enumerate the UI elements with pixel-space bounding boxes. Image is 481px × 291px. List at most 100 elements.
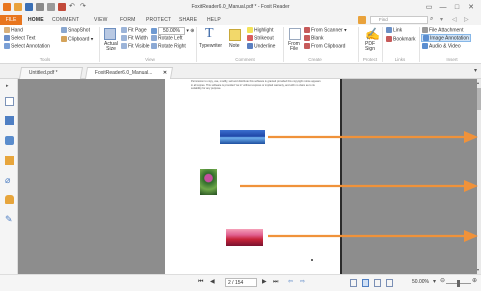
menu-home[interactable]: HOME <box>28 17 44 23</box>
actual-size-button[interactable]: Actual Size <box>102 42 120 52</box>
close-button[interactable]: ✕ <box>466 3 476 12</box>
select-annotation-tool[interactable]: Select Annotation <box>4 43 50 49</box>
expand-panel-icon[interactable]: ▸ <box>6 83 9 89</box>
comments-panel-icon[interactable] <box>5 156 14 165</box>
menu-form[interactable]: FORM <box>120 17 136 23</box>
pdf-page[interactable]: Permission to copy, use, modify, sell an… <box>165 79 340 274</box>
note-button[interactable]: Note <box>229 43 240 49</box>
image-annotation-blue[interactable] <box>220 130 265 144</box>
actual-size-icon[interactable] <box>104 28 116 40</box>
menu-share[interactable]: SHARE <box>179 17 197 23</box>
menu-protect[interactable]: PROTECT <box>146 17 171 23</box>
menu-help[interactable]: HELP <box>207 17 221 23</box>
from-scanner-button[interactable]: From Scanner ▾ <box>304 27 347 33</box>
group-divider <box>419 27 420 62</box>
rotate-right-button[interactable]: Rotate Right <box>151 43 186 49</box>
zoom-dropdown[interactable]: 50.00% ▾ ⊕ <box>151 27 194 35</box>
next-result-icon[interactable]: ▷ <box>464 16 469 23</box>
find-input[interactable]: Find <box>370 16 428 24</box>
menu-view[interactable]: VIEW <box>94 17 108 23</box>
fit-page-label: Fit Page <box>128 27 147 34</box>
previous-view-icon[interactable]: ⇦ <box>288 278 293 287</box>
attachment-icon <box>422 27 428 33</box>
pdf-sign-icon[interactable]: ✍ <box>365 28 380 40</box>
blank-button[interactable]: Blank <box>304 35 324 41</box>
bookmarks-panel-icon[interactable] <box>5 97 14 106</box>
signatures-panel-icon[interactable]: ✎ <box>5 215 14 224</box>
zoom-in-icon[interactable]: ⊕ <box>472 277 477 284</box>
select-text-tool[interactable]: Select Text <box>4 35 35 41</box>
fit-visible-button[interactable]: Fit Visible <box>121 43 150 49</box>
snapshot-tool[interactable]: SnapShot <box>61 27 90 33</box>
prev-result-icon[interactable]: ◁ <box>452 16 457 23</box>
minimize-button[interactable]: — <box>438 3 448 12</box>
zoom-level[interactable]: 50.00% <box>412 279 429 285</box>
hand-tool[interactable]: Hand <box>4 27 23 33</box>
fit-width-button[interactable]: Fit Width <box>121 35 148 41</box>
scroll-thumb[interactable] <box>477 88 481 110</box>
audio-video-button[interactable]: Audio & Video <box>422 43 461 49</box>
underline-button[interactable]: Underline <box>247 43 275 49</box>
image-annotation-sunset[interactable] <box>226 229 263 246</box>
rotate-left-button[interactable]: Rotate Left <box>151 35 182 41</box>
single-page-icon[interactable] <box>350 279 357 287</box>
tab-label: FoxitReader6.0_Manual... <box>94 70 153 76</box>
image-annotation-flowers[interactable] <box>200 169 217 195</box>
facing-page-icon[interactable] <box>374 279 381 287</box>
close-tab-icon[interactable]: ✕ <box>163 68 167 79</box>
zoom-icon <box>151 27 157 34</box>
links-group-label: Links <box>394 57 406 62</box>
link-button[interactable]: Link <box>386 27 402 33</box>
rotate-left-label: Rotate Left <box>158 35 183 42</box>
from-file-icon[interactable] <box>289 28 301 40</box>
file-menu[interactable]: FILE <box>0 15 22 25</box>
continuous-facing-icon[interactable] <box>386 279 393 287</box>
pages-panel-icon[interactable] <box>5 116 14 125</box>
next-view-icon[interactable]: ⇨ <box>300 278 305 287</box>
first-page-icon[interactable]: ⏮ <box>198 278 203 287</box>
scroll-down-icon[interactable]: ▾ <box>477 267 479 272</box>
previous-page-icon[interactable]: ◀ <box>210 278 215 287</box>
layers-panel-icon[interactable] <box>5 136 14 145</box>
file-attachment-button[interactable]: File Attachment <box>422 27 463 33</box>
folder-icon[interactable] <box>358 16 366 24</box>
select-annotation-label: Select Annotation <box>11 43 50 50</box>
vertical-scrollbar[interactable]: ▴ ▾ <box>477 79 481 274</box>
clipboard-dropdown[interactable]: Clipboard ▾ <box>61 36 93 42</box>
zoom-slider-handle[interactable] <box>457 280 460 287</box>
next-page-icon[interactable]: ▶ <box>262 278 267 287</box>
note-icon[interactable] <box>229 29 241 41</box>
search-options-icon[interactable]: ▾ <box>440 16 443 23</box>
tab-untitled[interactable]: Untitled.pdf * <box>18 67 84 79</box>
zoom-out-icon[interactable]: ⊖ <box>440 277 445 284</box>
tab-foxit-manual[interactable]: FoxitReader6.0_Manual... ✕ <box>84 67 174 79</box>
typewriter-button[interactable]: Typewriter <box>199 43 222 49</box>
maximize-button[interactable]: □ <box>452 3 462 12</box>
image-annotation-button[interactable]: Image Annotation <box>421 34 471 43</box>
search-icon[interactable]: ⌕ <box>430 16 433 23</box>
bookmark-button[interactable]: Bookmark <box>386 36 416 42</box>
scroll-up-icon[interactable]: ▴ <box>477 80 479 85</box>
last-page-icon[interactable]: ⏭ <box>273 278 278 287</box>
from-clipboard-button[interactable]: From Clipboard <box>304 43 345 49</box>
navigation-panel: ▸ ⌀ ✎ <box>0 79 18 291</box>
zoom-dropdown-icon[interactable]: ▾ <box>433 278 436 285</box>
continuous-page-icon[interactable] <box>362 279 369 287</box>
pdf-sign-button[interactable]: PDF Sign <box>362 42 378 52</box>
from-file-button[interactable]: From File <box>287 42 301 52</box>
clipboard-pdf-icon <box>304 43 310 49</box>
security-panel-icon[interactable] <box>5 195 14 204</box>
bookmark-label: Bookmark <box>393 36 416 43</box>
fit-page-button[interactable]: Fit Page <box>121 27 147 33</box>
menu-comment[interactable]: COMMENT <box>52 17 79 23</box>
window-mode-button[interactable]: ▭ <box>424 3 434 12</box>
highlight-button[interactable]: Highlight <box>247 27 273 33</box>
page-number-input[interactable]: 2 / 154 <box>225 278 257 287</box>
create-group-label: Create <box>308 57 322 62</box>
typewriter-icon[interactable]: T <box>205 27 217 41</box>
document-view[interactable]: Permission to copy, use, modify, sell an… <box>18 79 477 274</box>
strikeout-button[interactable]: Strikeout <box>247 35 274 41</box>
tab-list-icon[interactable]: ▾ <box>474 67 477 74</box>
attachments-panel-icon[interactable]: ⌀ <box>5 176 14 185</box>
fit-width-icon <box>121 35 127 41</box>
